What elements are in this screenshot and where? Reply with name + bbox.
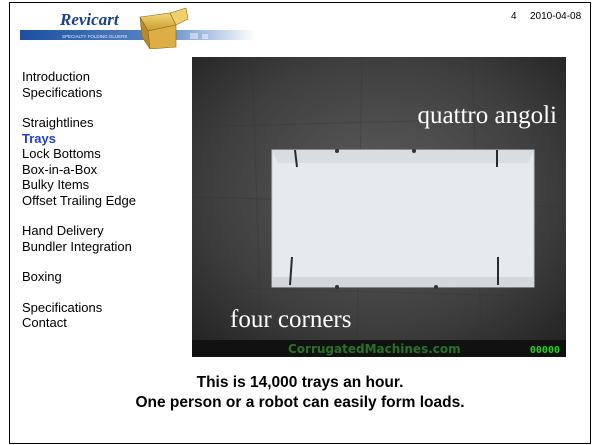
- nav-link-specifications[interactable]: Specifications: [22, 85, 197, 101]
- video-player[interactable]: quattro angoli four corners CorrugatedMa…: [192, 57, 566, 357]
- brand-tagline: SPECIALTY FOLDING GLUERS: [62, 34, 127, 39]
- nav-link-lock-bottoms[interactable]: Lock Bottoms: [22, 146, 197, 162]
- video-counter: 00000: [530, 345, 560, 356]
- nav-link-bundler-integration[interactable]: Bundler Integration: [22, 239, 197, 255]
- date-label: 2010-04-08: [530, 11, 582, 22]
- nav-link-contact[interactable]: Contact: [22, 315, 197, 331]
- revicart-logo: Revicart SPECIALTY FOLDING GLUERS: [20, 7, 255, 49]
- nav-link-introduction[interactable]: Introduction: [22, 69, 197, 85]
- nav-link-trays[interactable]: Trays: [22, 131, 197, 147]
- brand-name: Revicart: [59, 10, 120, 29]
- tray-blank: [271, 149, 535, 289]
- slide-page: Revicart SPECIALTY FOLDING GLUERS 4 2010…: [9, 2, 591, 444]
- video-frame: quattro angoli four corners CorrugatedMa…: [192, 57, 566, 357]
- video-watermark: CorrugatedMachines.com: [288, 342, 461, 356]
- box-icon: [139, 7, 189, 49]
- video-subtitle-text: four corners: [230, 306, 351, 333]
- nav-link-hand-delivery[interactable]: Hand Delivery: [22, 223, 197, 239]
- page-number: 4: [511, 11, 517, 22]
- nav-link-bulky-items[interactable]: Bulky Items: [22, 177, 197, 193]
- nav-link-boxing[interactable]: Boxing: [22, 269, 197, 285]
- nav-link-specifications[interactable]: Specifications: [22, 300, 197, 316]
- video-title-text: quattro angoli: [417, 102, 557, 129]
- nav-link-offset-trailing-edge[interactable]: Offset Trailing Edge: [22, 193, 197, 209]
- nav-link-straightlines[interactable]: Straightlines: [22, 115, 197, 131]
- caption-line-2: One person or a robot can easily form lo…: [135, 394, 465, 411]
- nav-link-box-in-a-box[interactable]: Box-in-a-Box: [22, 162, 197, 178]
- caption-line-1: This is 14,000 trays an hour.: [196, 374, 404, 391]
- sidebar-nav: Introduction Specifications Straightlines T…: [22, 69, 197, 331]
